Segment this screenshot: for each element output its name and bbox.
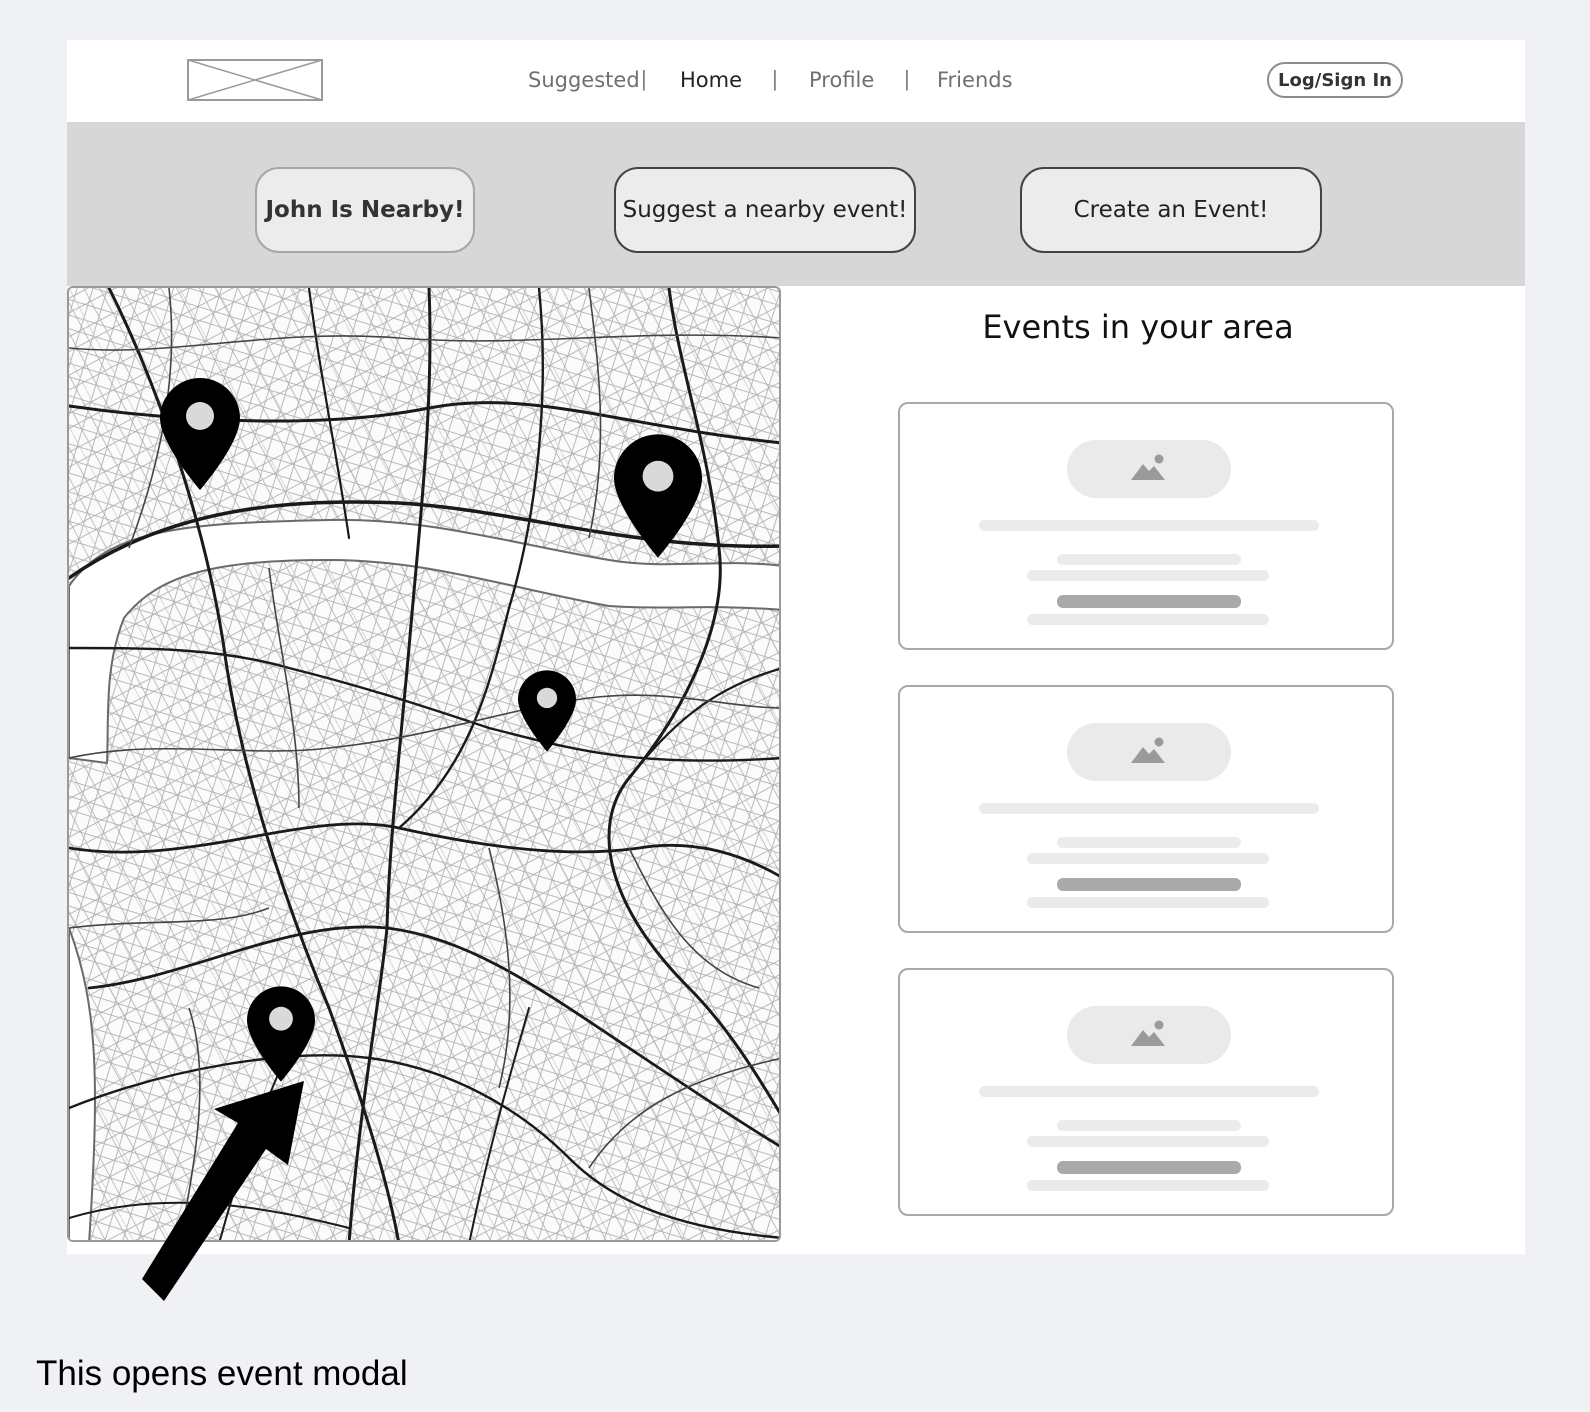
map-pin-icon[interactable] [614,433,702,559]
image-placeholder-icon [1131,454,1165,480]
text-line-placeholder [1057,878,1241,891]
text-line-placeholder [1057,837,1241,848]
arrow-icon [142,1081,304,1301]
text-line-placeholder [979,1086,1319,1097]
text-line-placeholder [1027,614,1269,625]
logo-placeholder[interactable] [187,59,323,101]
nav-suggested[interactable]: Suggested [528,68,640,92]
event-card[interactable] [898,685,1394,933]
event-card[interactable] [898,968,1394,1216]
text-line-placeholder [1027,570,1269,581]
text-line-placeholder [979,520,1319,531]
john-nearby-button[interactable]: John Is Nearby! [255,167,475,253]
nav-separator: | [904,66,910,91]
nav-separator: | [772,66,778,91]
text-line-placeholder [1027,1136,1269,1147]
event-image-placeholder [1067,440,1231,498]
login-signin-button[interactable]: Log/Sign In [1267,62,1403,98]
annotation-label: This opens event modal [36,1354,408,1393]
action-bar: John Is Nearby! Suggest a nearby event! … [67,122,1525,286]
text-line-placeholder [1027,897,1269,908]
text-line-placeholder [1057,1120,1241,1131]
event-image-placeholder [1067,723,1231,781]
create-event-button[interactable]: Create an Event! [1020,167,1322,253]
map-pin-icon[interactable] [518,670,576,752]
text-line-placeholder [1027,853,1269,864]
text-line-placeholder [979,803,1319,814]
events-heading: Events in your area [982,308,1294,346]
top-nav: Suggested | Home | Profile | Friends Log… [67,40,1525,122]
text-line-placeholder [1057,1161,1241,1174]
suggest-event-button[interactable]: Suggest a nearby event! [614,167,916,253]
nav-separator: | [641,66,647,91]
image-placeholder-icon [1131,737,1165,763]
event-card[interactable] [898,402,1394,650]
image-placeholder-icon [1131,1020,1165,1046]
map-pin-icon[interactable] [160,378,240,490]
text-line-placeholder [1057,595,1241,608]
nav-friends[interactable]: Friends [937,68,1013,92]
text-line-placeholder [1027,1180,1269,1191]
event-image-placeholder [1067,1006,1231,1064]
nav-home[interactable]: Home [680,68,742,92]
text-line-placeholder [1057,554,1241,565]
nav-profile[interactable]: Profile [809,68,874,92]
